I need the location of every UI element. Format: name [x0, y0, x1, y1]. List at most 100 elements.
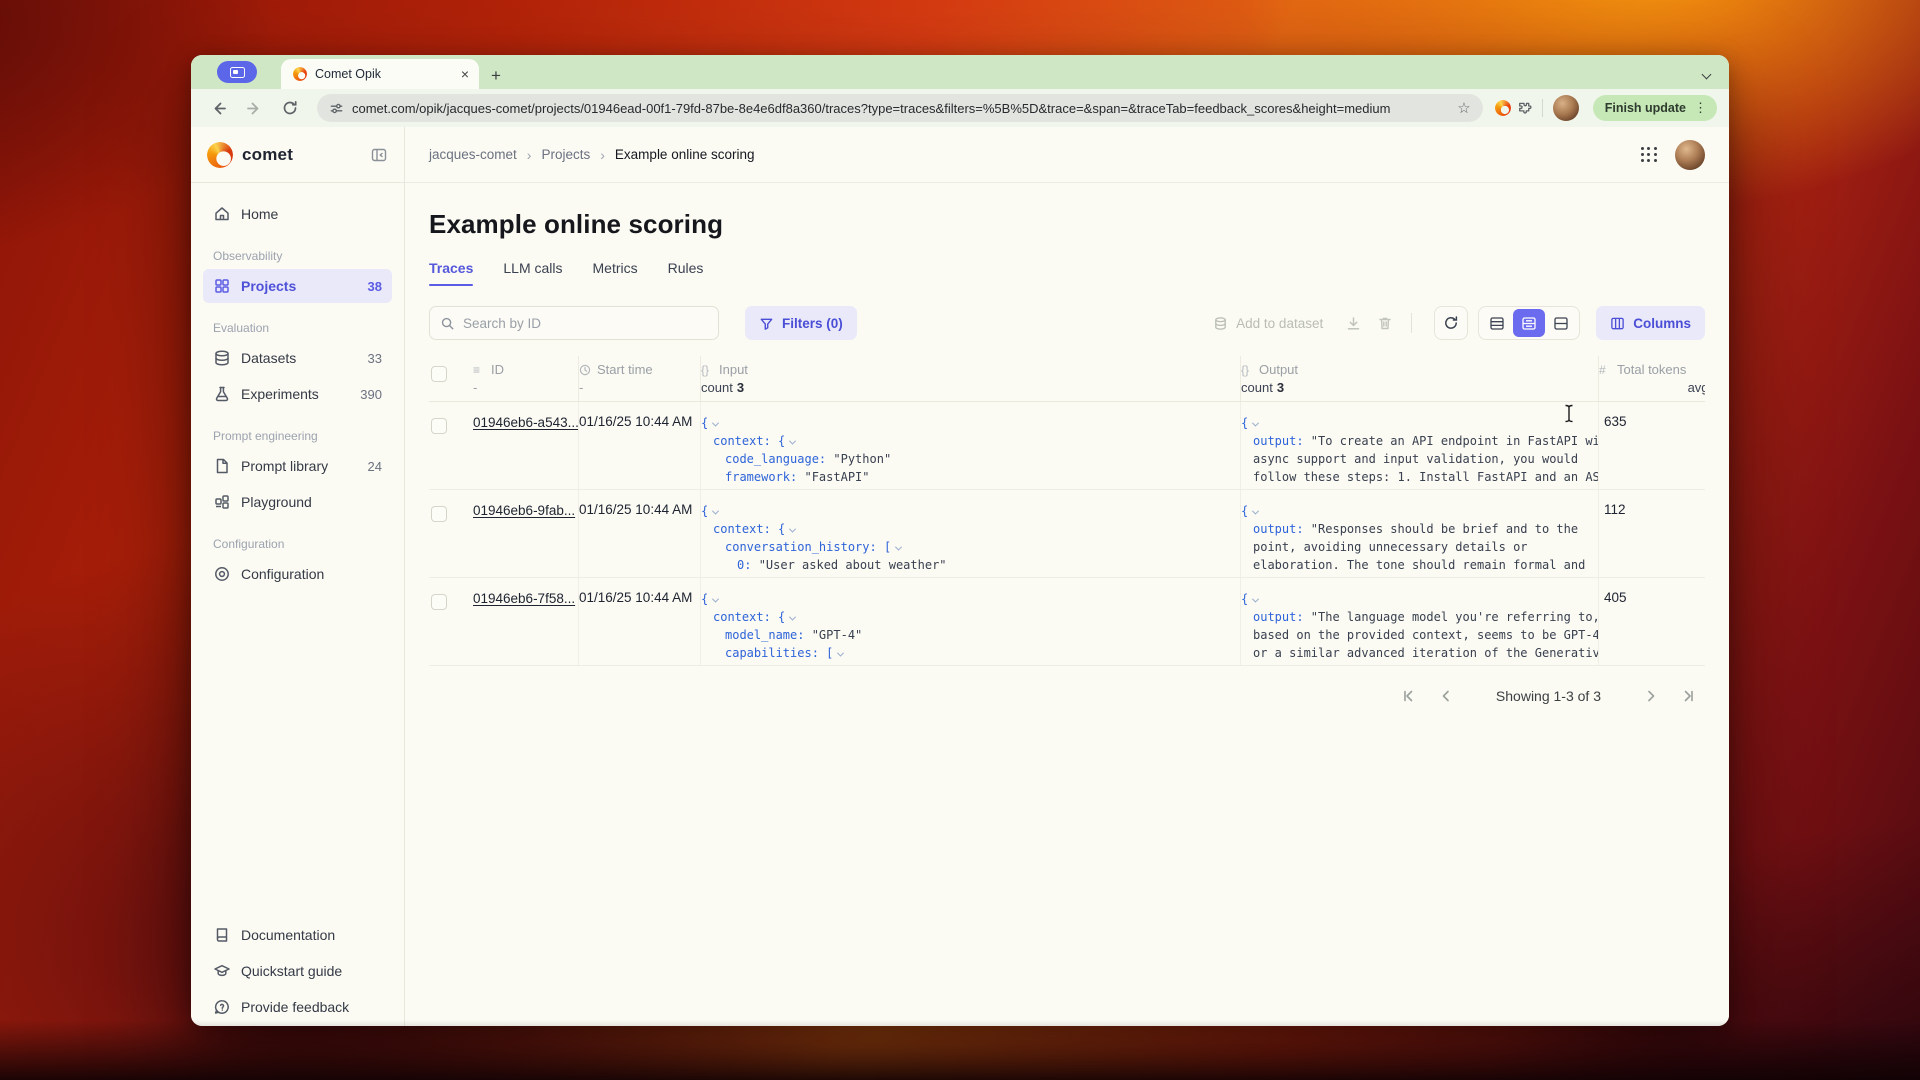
table-body: 01946eb6-a543...01/16/25 10:44 AM{contex…: [429, 402, 1705, 666]
row-checkbox[interactable]: [431, 418, 447, 434]
reload-button[interactable]: [275, 93, 305, 123]
table-row[interactable]: 01946eb6-9fab...01/16/25 10:44 AM{contex…: [429, 490, 1705, 578]
prev-page-button[interactable]: [1432, 682, 1460, 710]
trace-id-link[interactable]: 01946eb6-7f58...: [473, 591, 575, 606]
browser-window: Comet Opik × + comet.com/opik/jacques-co…: [191, 55, 1729, 1026]
header-output[interactable]: {}Output count3: [1241, 356, 1599, 401]
json-line: context: {: [701, 432, 1232, 450]
sidebar-item-datasets[interactable]: Datasets 33: [203, 341, 392, 375]
breadcrumb-workspace[interactable]: jacques-comet: [429, 147, 517, 162]
search-input[interactable]: [463, 316, 708, 331]
filters-button[interactable]: Filters (0): [745, 306, 857, 340]
json-value: or a similar advanced iteration of the G…: [1253, 646, 1599, 660]
row-checkbox[interactable]: [431, 506, 447, 522]
expand-chevron-icon[interactable]: [789, 526, 796, 533]
header-id[interactable]: ≡ID -: [473, 356, 579, 401]
sidebar-item-label: Quickstart guide: [241, 963, 342, 979]
expand-chevron-icon[interactable]: [712, 596, 719, 603]
row-checkbox[interactable]: [431, 594, 447, 610]
experiments-count-badge: 390: [360, 387, 382, 402]
hash-icon: #: [1599, 363, 1612, 377]
page-tabs: Traces LLM calls Metrics Rules: [429, 260, 1705, 286]
apps-grid-icon[interactable]: [1641, 147, 1657, 163]
browser-profile-avatar[interactable]: [1553, 95, 1579, 121]
first-page-button[interactable]: [1394, 682, 1422, 710]
tab-group-pill[interactable]: [217, 61, 257, 83]
expand-chevron-icon[interactable]: [712, 420, 719, 427]
sidebar-item-feedback[interactable]: Provide feedback: [203, 990, 392, 1024]
expand-chevron-icon[interactable]: [789, 614, 796, 621]
sidebar-item-configuration[interactable]: Configuration: [203, 557, 392, 591]
json-key: 0:: [737, 558, 759, 572]
sidebar-item-playground[interactable]: Playground: [203, 485, 392, 519]
expand-chevron-icon[interactable]: [895, 544, 902, 551]
sidebar-item-home[interactable]: Home: [203, 197, 392, 231]
sidebar-item-projects[interactable]: Projects 38: [203, 269, 392, 303]
row-total-tokens-cell: 635: [1599, 402, 1705, 489]
document-icon: [213, 457, 231, 475]
table-row[interactable]: 01946eb6-7f58...01/16/25 10:44 AM{contex…: [429, 578, 1705, 666]
expand-chevron-icon[interactable]: [1252, 420, 1259, 427]
url-text[interactable]: comet.com/opik/jacques-comet/projects/01…: [352, 101, 1449, 116]
trace-id-link[interactable]: 01946eb6-9fab...: [473, 503, 575, 518]
sidebar-item-documentation[interactable]: Documentation: [203, 918, 392, 952]
search-box[interactable]: [429, 306, 719, 340]
json-value: "Responses should be brief and to the: [1311, 522, 1578, 536]
pagination: Showing 1-3 of 3: [431, 682, 1703, 710]
download-button[interactable]: [1337, 307, 1369, 339]
json-line: 0: "User asked about weather": [701, 556, 1232, 574]
header-start-time[interactable]: Start time -: [579, 356, 701, 401]
sidebar-item-label: Experiments: [241, 386, 319, 402]
header-input[interactable]: {}Input count3: [701, 356, 1241, 401]
row-height-small-button[interactable]: [1481, 309, 1513, 337]
main-content: jacques-comet › Projects › Example onlin…: [405, 127, 1729, 1026]
expand-chevron-icon[interactable]: [1252, 596, 1259, 603]
sidebar-collapse-icon[interactable]: [370, 146, 388, 164]
table-row[interactable]: 01946eb6-a543...01/16/25 10:44 AM{contex…: [429, 402, 1705, 490]
finish-update-button[interactable]: Finish update ⋮: [1593, 95, 1717, 121]
tab-search-chevron-icon[interactable]: [1703, 65, 1713, 75]
columns-button[interactable]: Columns: [1596, 306, 1705, 340]
bookmark-star-icon[interactable]: ☆: [1457, 99, 1470, 117]
section-label-observability: Observability: [203, 233, 392, 269]
refresh-button[interactable]: [1435, 307, 1467, 339]
header-total-tokens[interactable]: #Total tokens avg38: [1599, 356, 1705, 401]
add-to-dataset-button[interactable]: Add to dataset: [1213, 316, 1323, 331]
back-button[interactable]: [203, 93, 233, 123]
tab-traces[interactable]: Traces: [429, 260, 473, 286]
last-page-button[interactable]: [1675, 682, 1703, 710]
select-all-checkbox[interactable]: [431, 366, 447, 382]
expand-chevron-icon[interactable]: [1252, 508, 1259, 515]
user-avatar[interactable]: [1675, 140, 1705, 170]
filters-label: Filters (0): [782, 316, 843, 331]
site-settings-icon[interactable]: [329, 101, 344, 116]
comet-extension-icon[interactable]: [1495, 100, 1511, 116]
id-column-icon: ≡: [473, 363, 486, 377]
extensions-puzzle-icon[interactable]: [1517, 101, 1532, 116]
close-tab-icon[interactable]: ×: [461, 67, 469, 81]
forward-button[interactable]: [239, 93, 269, 123]
trace-id-link[interactable]: 01946eb6-a543...: [473, 415, 579, 430]
tab-llm-calls[interactable]: LLM calls: [503, 260, 562, 286]
browser-menu-icon[interactable]: ⋮: [1694, 100, 1707, 116]
clock-icon: [579, 364, 592, 376]
row-height-medium-button[interactable]: [1513, 309, 1545, 337]
new-tab-button[interactable]: +: [491, 67, 501, 84]
sidebar-item-prompt-library[interactable]: Prompt library 24: [203, 449, 392, 483]
next-page-button[interactable]: [1637, 682, 1665, 710]
expand-chevron-icon[interactable]: [837, 650, 844, 657]
tab-rules[interactable]: Rules: [668, 260, 704, 286]
browser-tab-active[interactable]: Comet Opik ×: [281, 59, 479, 89]
breadcrumb-projects[interactable]: Projects: [541, 147, 590, 162]
home-icon: [213, 205, 231, 223]
sidebar-item-experiments[interactable]: Experiments 390: [203, 377, 392, 411]
delete-button[interactable]: [1369, 307, 1401, 339]
expand-chevron-icon[interactable]: [712, 508, 719, 515]
url-bar[interactable]: comet.com/opik/jacques-comet/projects/01…: [317, 94, 1483, 122]
sidebar-item-quickstart[interactable]: Quickstart guide: [203, 954, 392, 988]
json-tree: {context: {model_name: "GPT-4"capabiliti…: [701, 590, 1232, 662]
row-height-large-button[interactable]: [1545, 309, 1577, 337]
breadcrumb: jacques-comet › Projects › Example onlin…: [429, 147, 755, 163]
tab-metrics[interactable]: Metrics: [593, 260, 638, 286]
expand-chevron-icon[interactable]: [789, 438, 796, 445]
